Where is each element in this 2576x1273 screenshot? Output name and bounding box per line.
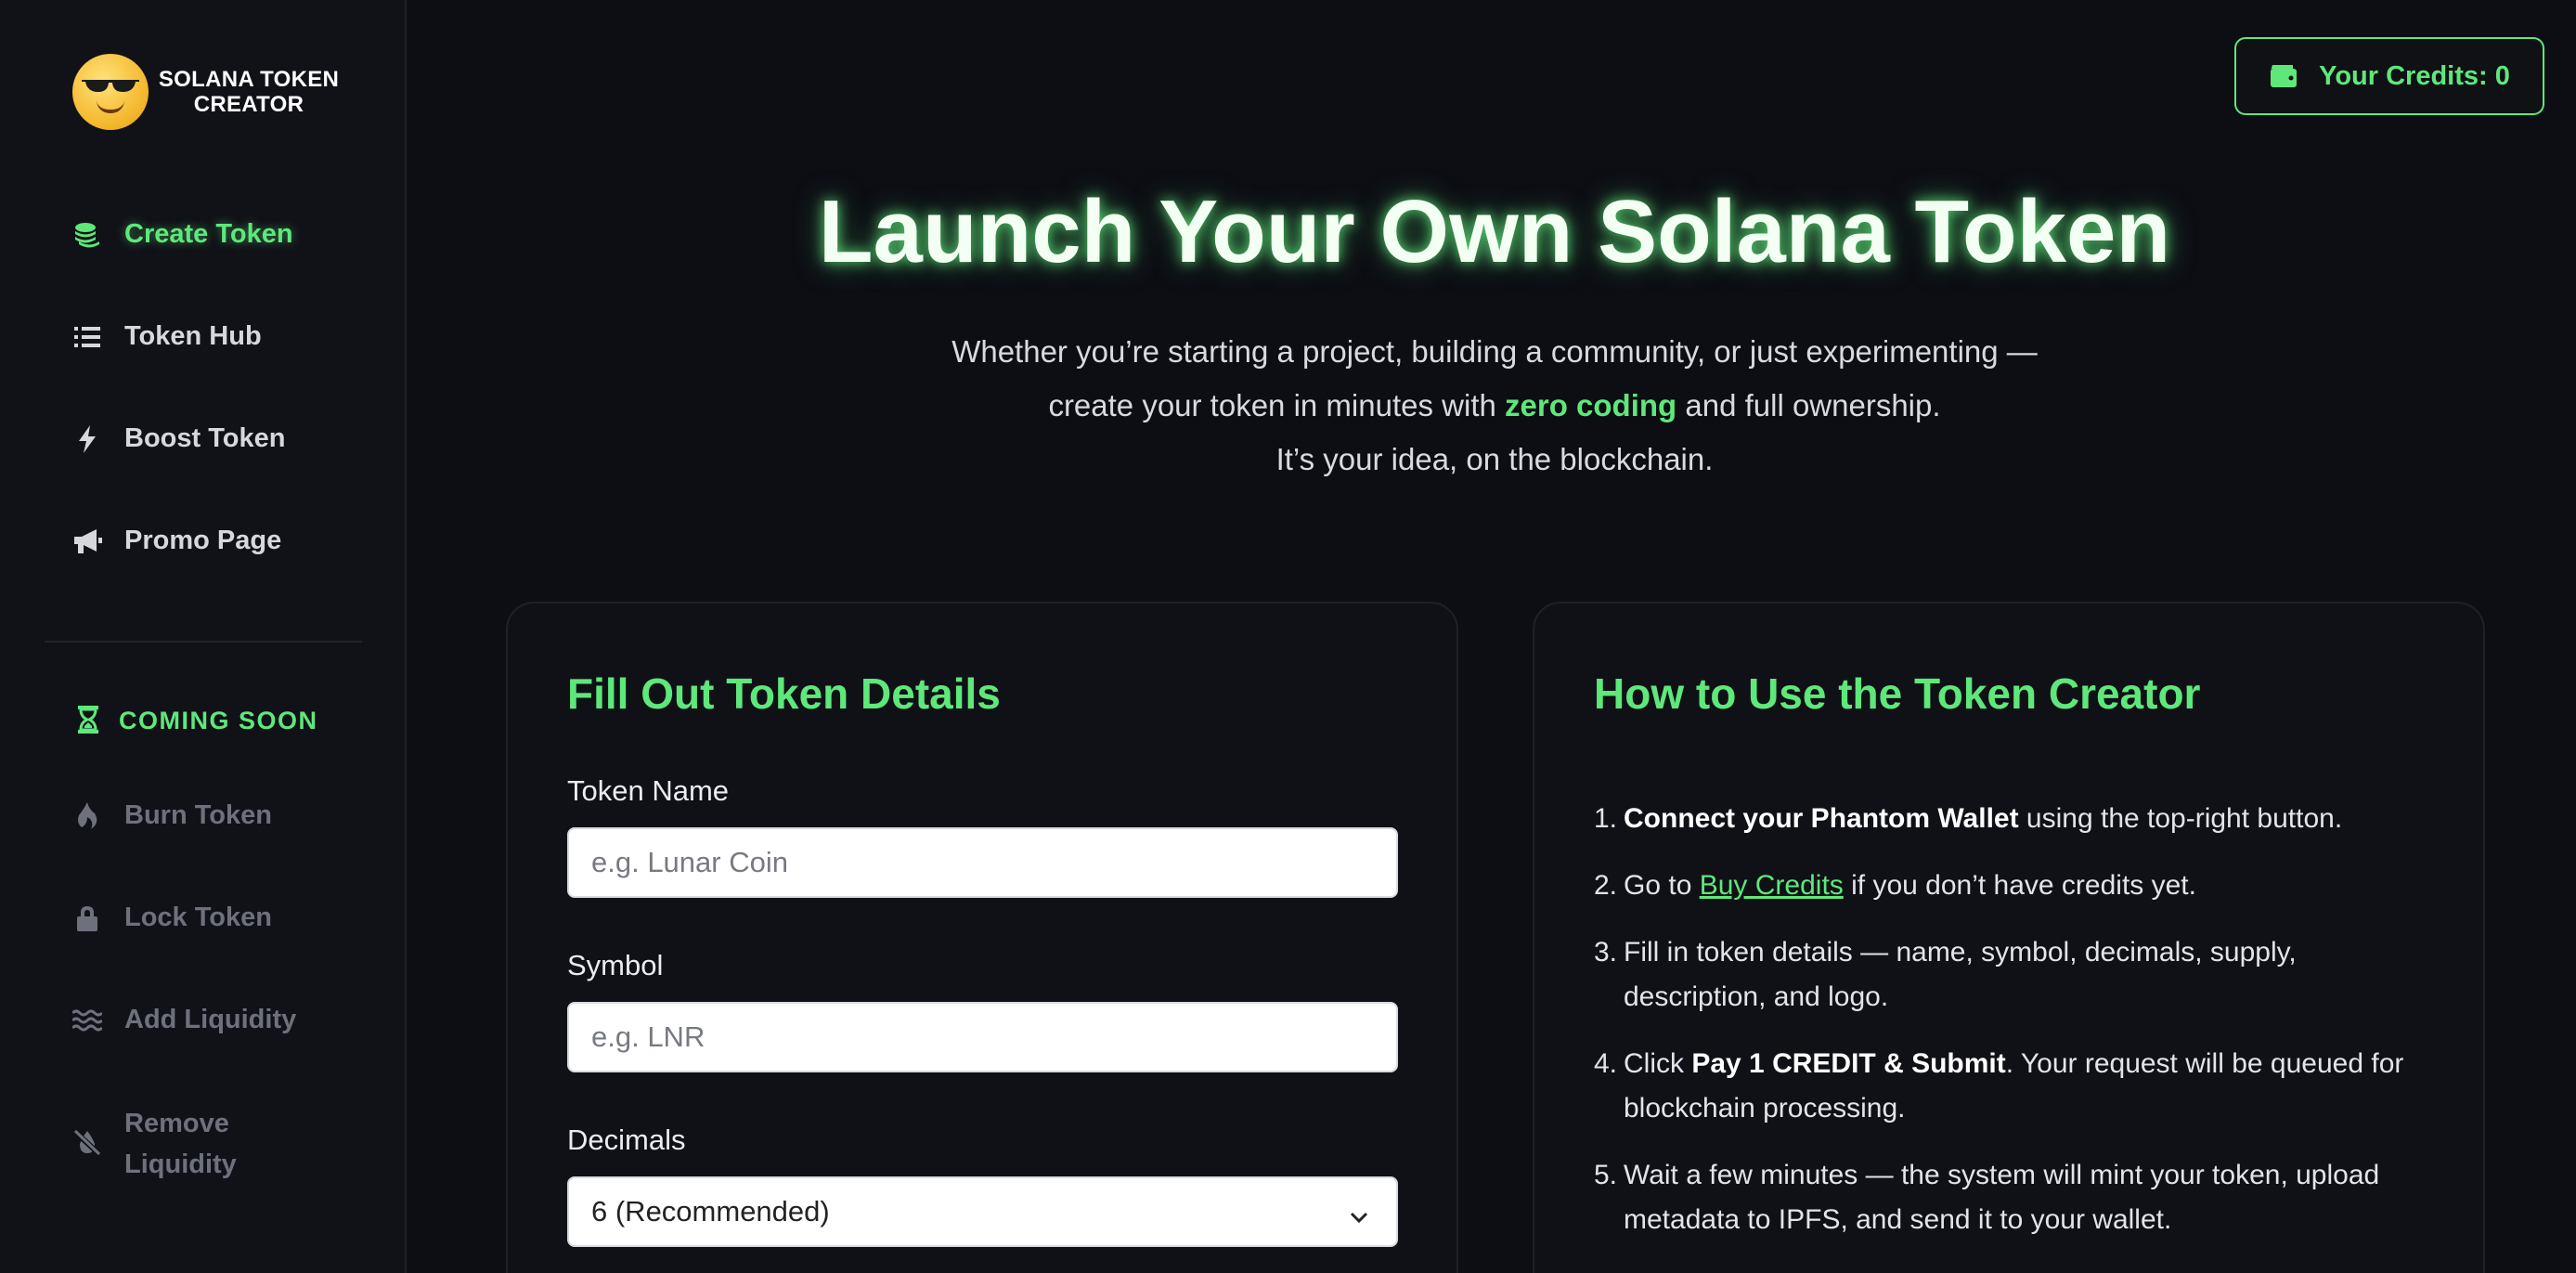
step-text: Fill in token details — name, symbol, de…: [1624, 937, 2297, 1012]
coming-soon-heading: COMING SOON: [78, 706, 318, 735]
hero-line2-before: create your token in minutes with: [1048, 388, 1506, 422]
sidebar-item-label: Promo Page: [124, 526, 282, 555]
sidebar-item-burn-token[interactable]: Burn Token: [72, 800, 272, 831]
form-title: Fill Out Token Details: [567, 669, 1001, 718]
lock-icon: [72, 903, 102, 933]
bolt-icon: [72, 424, 102, 454]
page-title: Launch Your Own Solana Token: [818, 182, 2171, 281]
sidebar-divider: [45, 641, 362, 643]
hero-line2: create your token in minutes with zero c…: [743, 379, 2246, 433]
token-details-card: Fill Out Token Details Token Name Symbol…: [506, 602, 1458, 1273]
sidebar-item-label: Burn Token: [124, 800, 272, 830]
megaphone-icon: [72, 526, 102, 556]
credits-button[interactable]: Your Credits: 0: [2234, 37, 2544, 115]
sidebar-item-create-token[interactable]: Create Token: [72, 219, 293, 250]
fire-icon: [72, 801, 102, 831]
brand-name-line1: SOLANA TOKEN: [158, 67, 340, 92]
coins-stack-icon: [72, 220, 102, 250]
hero-line3: It’s your idea, on the blockchain.: [1275, 442, 1714, 476]
symbol-label: Symbol: [567, 949, 664, 981]
decimals-select[interactable]: 6 (Recommended): [567, 1176, 1398, 1247]
hero-line1: Whether you’re starting a project, build…: [951, 334, 2038, 369]
step-text: Go to: [1624, 870, 1700, 901]
guide-title: How to Use the Token Creator: [1594, 669, 2201, 718]
hero-subtitle: Whether you’re starting a project, build…: [743, 325, 2246, 487]
brand-name-line2: CREATOR: [193, 92, 304, 117]
brand-logo[interactable]: SOLANA TOKEN CREATOR: [72, 54, 342, 130]
step-bold: Pay 1 CREDIT & Submit: [1691, 1048, 2006, 1079]
hourglass-icon: [78, 706, 102, 735]
chevron-down-icon: [1348, 1202, 1370, 1225]
step-text: if you don’t have credits yet.: [1843, 870, 2196, 901]
sidebar-item-token-hub[interactable]: Token Hub: [72, 321, 262, 352]
step-text: Click: [1624, 1048, 1692, 1079]
guide-step: 4. Click Pay 1 CREDIT & Submit. Your req…: [1594, 1042, 2429, 1131]
decimals-label: Decimals: [567, 1124, 686, 1156]
step-number: 1.: [1594, 803, 1618, 834]
step-number: 2.: [1594, 870, 1618, 901]
decimals-selected-value: 6 (Recommended): [591, 1195, 830, 1228]
sidebar-item-lock-token[interactable]: Lock Token: [72, 903, 272, 933]
brand-name: SOLANA TOKEN CREATOR: [156, 67, 342, 117]
credits-label: Your Credits: 0: [2319, 60, 2510, 91]
sidebar-item-label: Token Hub: [124, 321, 262, 351]
sidebar-item-add-liquidity[interactable]: Add Liquidity: [72, 1005, 296, 1035]
step-number: 3.: [1594, 937, 1618, 968]
guide-step: 1. Connect your Phantom Wallet using the…: [1594, 797, 2429, 841]
token-name-input[interactable]: [567, 827, 1398, 898]
water-off-icon: [72, 1127, 102, 1157]
sidebar-item-label: Lock Token: [124, 903, 272, 932]
buy-credits-link[interactable]: Buy Credits: [1700, 870, 1844, 901]
list-icon: [72, 322, 102, 352]
guide-step: 3. Fill in token details — name, symbol,…: [1594, 930, 2429, 1020]
sidebar-item-label-line1: Remove: [124, 1109, 229, 1138]
guide-step: 5. Wait a few minutes — the system will …: [1594, 1153, 2429, 1242]
sidebar-item-label-line2: Liquidity: [124, 1150, 237, 1179]
sunglasses-emoji-icon: [72, 54, 149, 130]
step-number: 5.: [1594, 1160, 1618, 1190]
sidebar-item-label: Add Liquidity: [124, 1005, 297, 1034]
hero-line2-after: and full ownership.: [1676, 388, 1941, 422]
sidebar-item-boost-token[interactable]: Boost Token: [72, 423, 285, 454]
hero-highlight: zero coding: [1505, 388, 1677, 422]
sidebar-item-promo-page[interactable]: Promo Page: [72, 526, 281, 556]
step-text: Wait a few minutes — the system will min…: [1624, 1160, 2380, 1235]
guide-steps: 1. Connect your Phantom Wallet using the…: [1594, 797, 2429, 1265]
how-to-card: How to Use the Token Creator 1. Connect …: [1533, 602, 2485, 1273]
step-text: using the top-right button.: [2018, 803, 2343, 834]
guide-step: 2. Go to Buy Credits if you don’t have c…: [1594, 864, 2429, 908]
water-waves-icon: [72, 1006, 102, 1035]
sidebar: SOLANA TOKEN CREATOR Create Token Token …: [0, 0, 407, 1273]
sidebar-item-label: Boost Token: [124, 423, 286, 453]
symbol-input[interactable]: [567, 1002, 1398, 1072]
step-number: 4.: [1594, 1048, 1618, 1079]
step-bold: Connect your Phantom Wallet: [1624, 803, 2019, 834]
token-name-label: Token Name: [567, 774, 730, 807]
coming-soon-label: COMING SOON: [119, 706, 318, 734]
wallet-icon: [2269, 63, 2298, 89]
sidebar-item-remove-liquidity[interactable]: Remove Liquidity: [72, 1103, 237, 1185]
sidebar-item-label: Remove Liquidity: [124, 1103, 237, 1185]
sidebar-item-label: Create Token: [124, 219, 293, 249]
